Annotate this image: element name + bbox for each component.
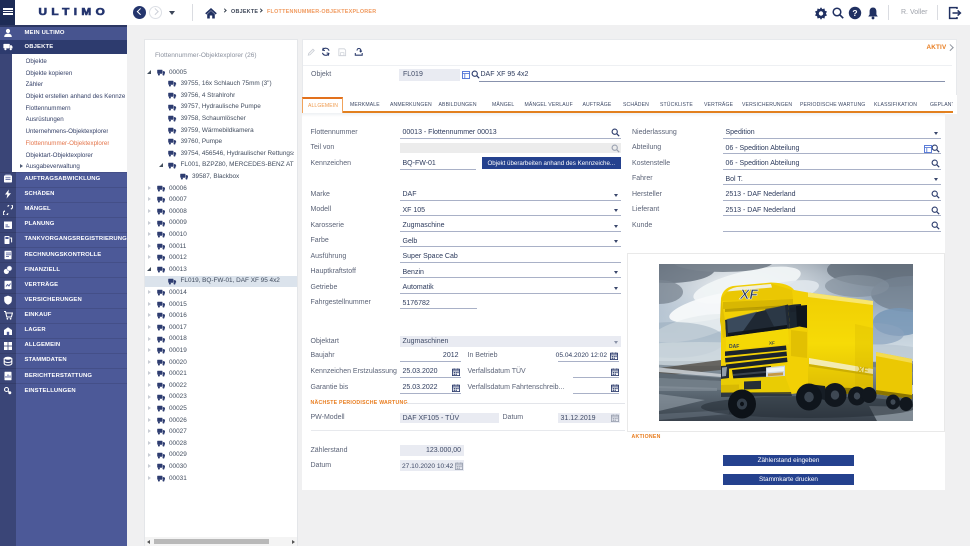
svg-text:XF: XF <box>739 286 758 302</box>
svg-text:?: ? <box>852 8 857 18</box>
svg-text:XF: XF <box>769 341 775 346</box>
svg-text:XF: XF <box>857 364 869 376</box>
svg-text:DAF: DAF <box>729 344 739 350</box>
